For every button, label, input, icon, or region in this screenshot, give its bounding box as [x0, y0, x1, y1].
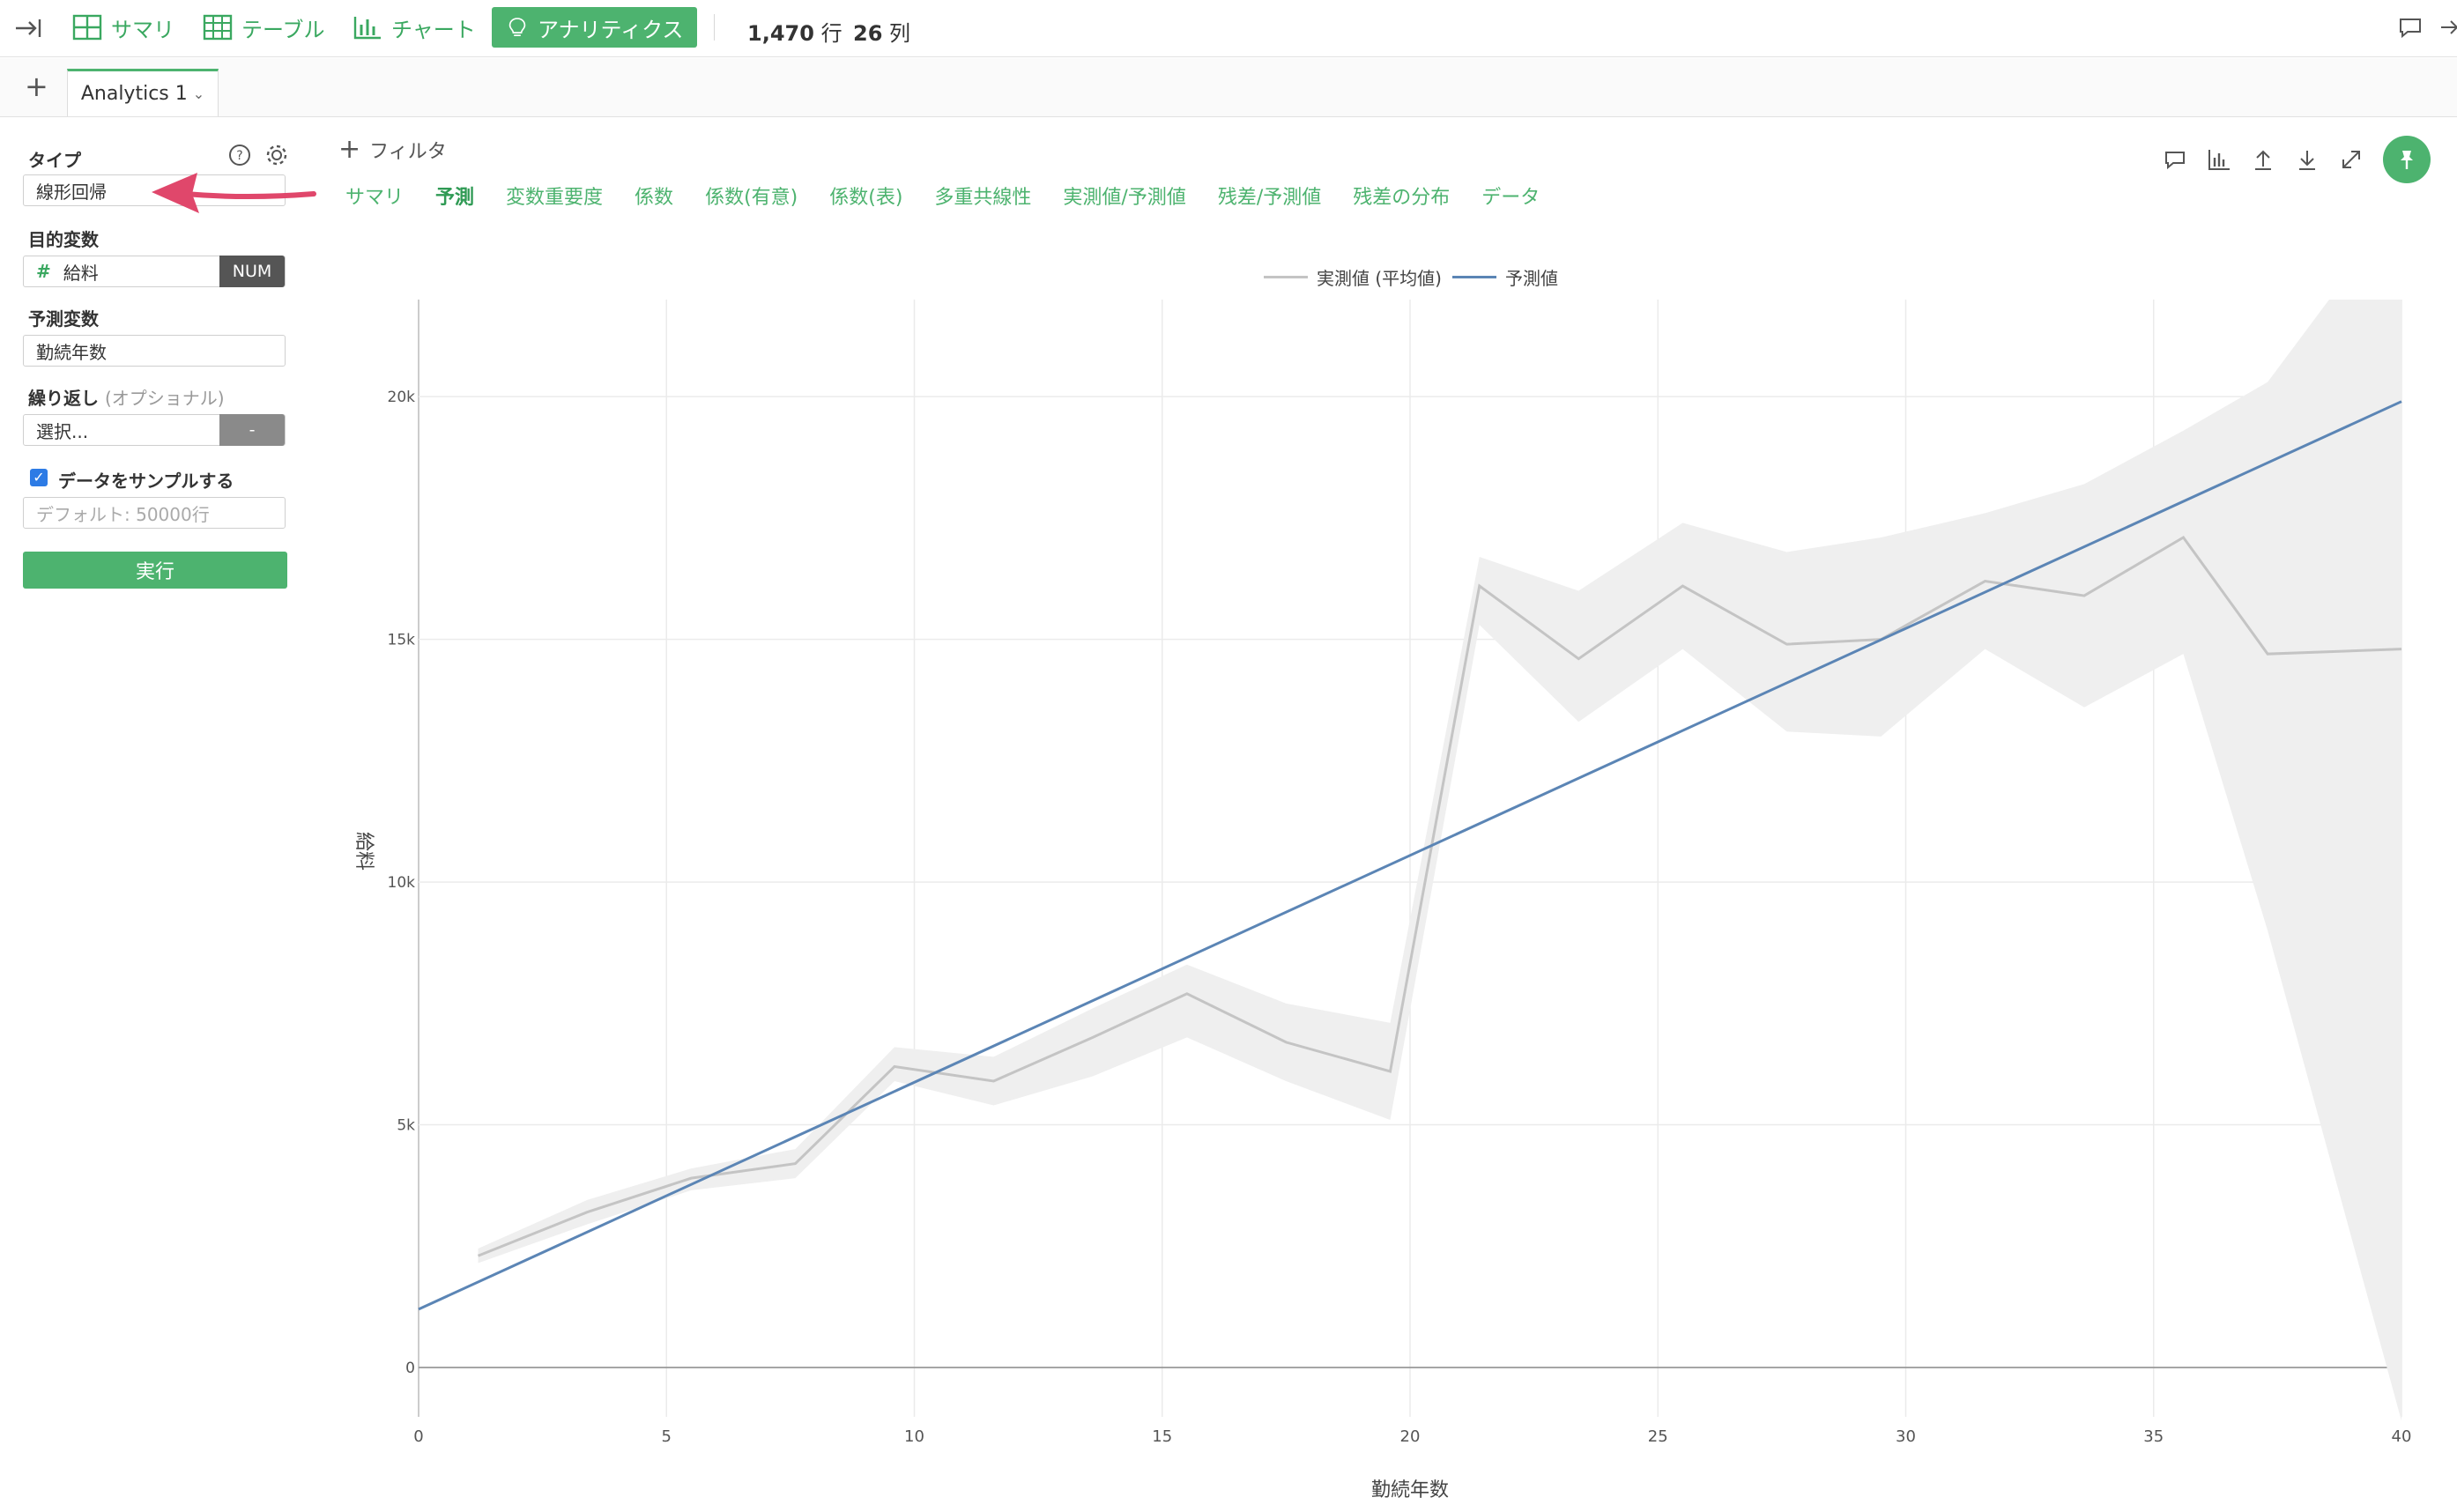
analytics-view-label: アナリティクス [538, 17, 684, 42]
row-count-unit: 行 [820, 21, 843, 46]
subtab-1[interactable]: 予測 [419, 182, 490, 210]
y-tick-label: 10k [388, 874, 416, 892]
expand-icon[interactable] [2339, 147, 2364, 172]
table-icon [203, 14, 233, 41]
subtab-8[interactable]: 残差/予測値 [1202, 182, 1337, 210]
add-filter-button[interactable]: + フィルタ [338, 136, 447, 164]
x-tick-label: 20 [1400, 1427, 1421, 1446]
summary-view-label: サマリ [111, 17, 174, 42]
comment-icon[interactable] [2397, 14, 2424, 41]
repeat-by-select[interactable]: 選択... - [23, 414, 286, 446]
chart-toolbar [2163, 136, 2431, 183]
prediction-line-chart: 0 5 10 15 20 25 30 35 40 0 5k 10k 15k 20k 勤続年数 給料 [353, 300, 2412, 1501]
x-tick-label: 25 [1648, 1427, 1668, 1446]
predictor-variable-value: 勤続年数 [36, 341, 107, 363]
toolbar-divider [714, 14, 715, 41]
sample-checkbox[interactable]: ✓ [30, 469, 48, 486]
y-tick-label: 5k [397, 1117, 415, 1135]
subtab-9[interactable]: 残差の分布 [1337, 182, 1466, 210]
analytics-subtabs: サマリ 予測 変数重要度 係数 係数(有意) 係数(表) 多重共線性 実測値/予測値 残差/予測… [330, 182, 1555, 210]
subtab-7[interactable]: 実測値/予測値 [1047, 182, 1201, 210]
x-axis-title: 勤続年数 [1371, 1479, 1449, 1501]
target-variable-value: 給料 [63, 262, 99, 284]
collapse-sidebar-icon[interactable] [12, 12, 44, 44]
subtab-2[interactable]: 変数重要度 [490, 182, 619, 210]
chevron-down-icon[interactable]: ⌄ [193, 85, 204, 102]
filter-label: フィルタ [369, 141, 447, 163]
target-variable-label: 目的変数 [28, 229, 99, 250]
upload-icon[interactable] [2251, 147, 2275, 172]
model-type-value: 線形回帰 [36, 181, 107, 203]
svg-text:?: ? [236, 149, 242, 163]
comment-icon[interactable] [2163, 147, 2187, 172]
row-count-value: 1,470 [747, 21, 814, 46]
y-tick-label: 0 [405, 1360, 415, 1377]
target-variable-select[interactable]: # 給料 NUM [23, 256, 286, 287]
top-toolbar: サマリ テーブル チャート アナリティクス 1,470 行 26 列 [0, 0, 2457, 57]
top-right-tools [2397, 14, 2457, 41]
x-tick-label: 10 [904, 1427, 924, 1446]
subtab-3[interactable]: 係数 [619, 182, 689, 210]
analytics-view-button[interactable]: アナリティクス [492, 7, 698, 48]
repeat-label-text: 繰り返し [28, 388, 99, 409]
tab-label: Analytics 1 [80, 83, 188, 105]
x-tick-label: 30 [1896, 1427, 1916, 1446]
x-tick-label: 35 [2143, 1427, 2164, 1446]
summary-view-button[interactable]: サマリ [65, 7, 182, 48]
numeric-hash-icon: # [36, 261, 51, 282]
predictor-label: 予測変数 [28, 308, 99, 330]
column-count: 26 列 [853, 16, 910, 47]
pin-icon [2401, 151, 2413, 169]
add-tab-button[interactable]: + [25, 72, 48, 100]
x-tick-label: 40 [2392, 1427, 2412, 1446]
x-tick-label: 0 [413, 1427, 423, 1446]
table-view-label: テーブル [241, 17, 325, 42]
tab-analytics-1[interactable]: Analytics 1 ⌄ [67, 69, 219, 116]
analytics-tab-bar: + Analytics 1 ⌄ [0, 58, 2457, 117]
predictor-variable-select[interactable]: 勤続年数 [23, 335, 286, 367]
run-button[interactable]: 実行 [23, 552, 287, 589]
summary-grid-icon [72, 14, 102, 41]
annotation-arrow [152, 173, 316, 213]
plus-icon: + [338, 134, 361, 165]
repeat-type-badge: - [219, 414, 285, 446]
pin-button[interactable] [2383, 136, 2431, 183]
y-tick-label: 15k [388, 632, 416, 649]
lightbulb-icon [508, 18, 526, 37]
subtab-10[interactable]: データ [1466, 182, 1555, 210]
chart-settings-icon[interactable] [2207, 147, 2231, 172]
subtab-4[interactable]: 係数(有意) [689, 182, 813, 210]
x-tick-label: 5 [662, 1427, 672, 1446]
subtab-6[interactable]: 多重共線性 [918, 182, 1047, 210]
data-type-badge: NUM [219, 256, 285, 287]
confidence-band [478, 300, 2401, 1421]
subtab-0[interactable]: サマリ [330, 182, 419, 210]
subtab-5[interactable]: 係数(表) [813, 182, 918, 210]
repeat-label: 繰り返し (オプショナル) [28, 384, 225, 410]
y-axis-title: 給料 [353, 832, 375, 871]
help-icon[interactable]: ? [227, 143, 252, 167]
column-count-value: 26 [853, 21, 883, 46]
sample-size-placeholder: デフォルト: 50000行 [36, 503, 210, 525]
sample-data-label: データをサンプルする [58, 471, 234, 492]
type-label: タイプ [28, 150, 81, 171]
table-view-button[interactable]: テーブル [196, 7, 332, 48]
y-tick-label: 20k [388, 389, 416, 406]
x-tick-label: 15 [1152, 1427, 1172, 1446]
gear-icon[interactable] [264, 143, 289, 167]
repeat-by-placeholder: 選択... [36, 420, 89, 442]
repeat-optional-text: (オプショナル) [104, 388, 225, 409]
row-count: 1,470 行 [747, 16, 843, 47]
chart-view-button[interactable]: チャート [345, 7, 483, 48]
expand-right-icon[interactable] [2439, 14, 2457, 41]
analytics-settings-panel: タイプ ? 線形回帰 目的変数 # 給料 NUM 予測変数 勤続年数 繰り返し … [0, 116, 317, 1512]
bar-chart-icon [353, 17, 381, 40]
sample-size-input[interactable]: デフォルト: 50000行 [23, 497, 286, 529]
download-icon[interactable] [2295, 147, 2320, 172]
column-count-unit: 列 [889, 21, 911, 46]
chart-view-label: チャート [391, 17, 476, 42]
